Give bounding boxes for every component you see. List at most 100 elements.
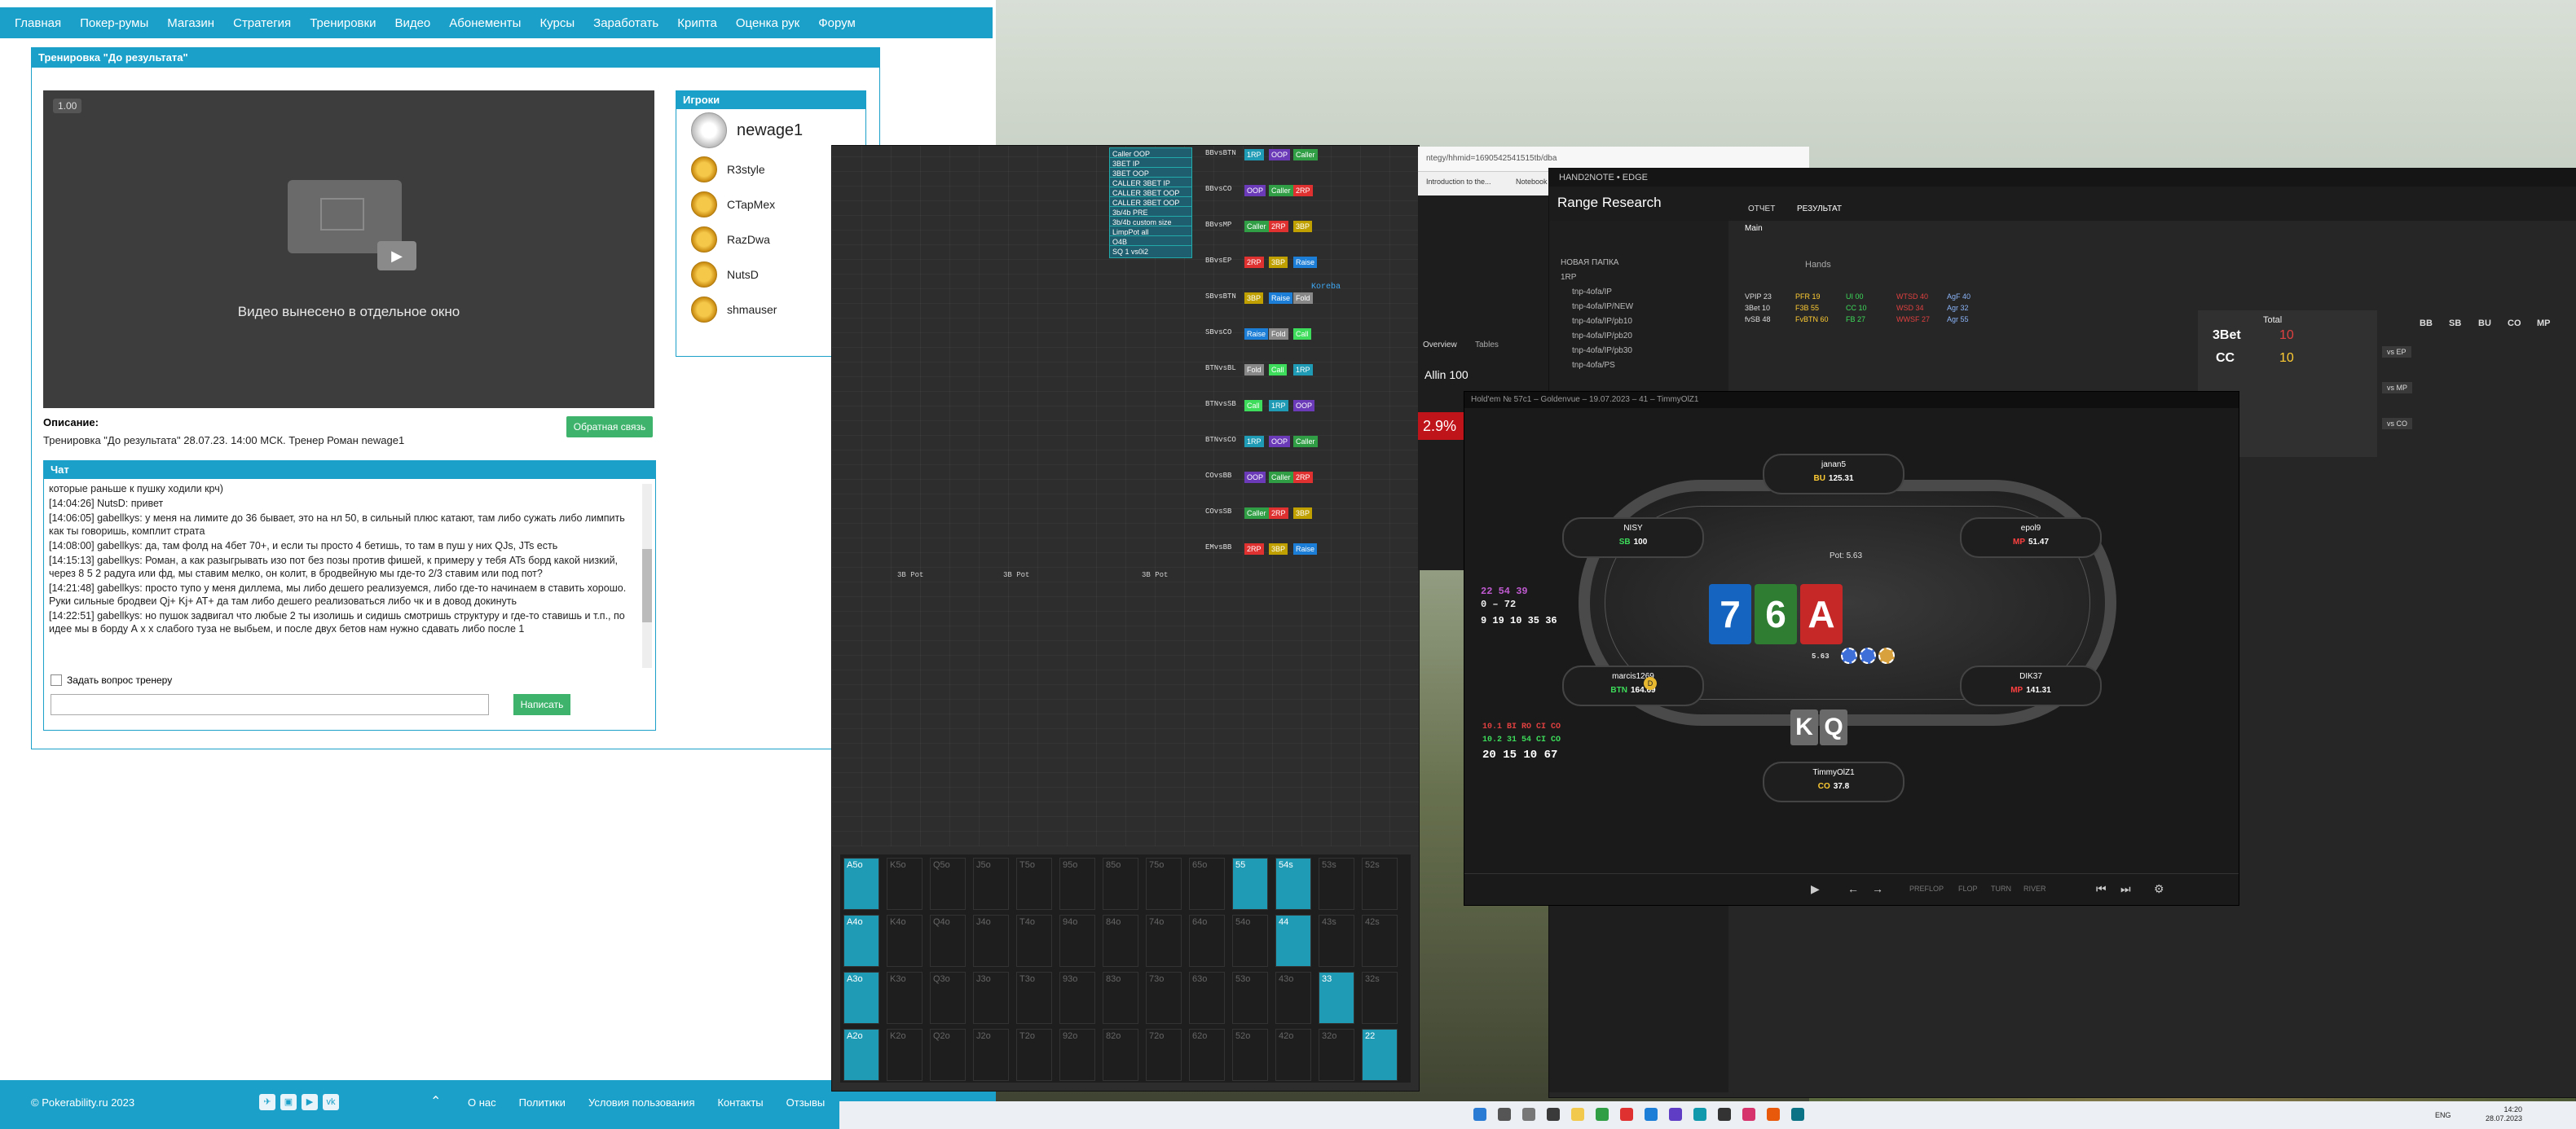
terminal-icon[interactable] <box>1718 1108 1731 1121</box>
app-icon[interactable] <box>1596 1108 1609 1121</box>
nav-item[interactable]: Стратегия <box>233 16 291 30</box>
street-flop[interactable]: FLOP <box>1958 885 1978 893</box>
folder-item[interactable]: tnp-4ofa/IP/NEW <box>1572 302 1633 311</box>
app-icon[interactable] <box>1693 1108 1706 1121</box>
player-seat[interactable]: epol9 MP 51.47 <box>1960 517 2102 558</box>
matrix-cell[interactable]: T3o <box>1016 972 1052 1024</box>
folder-item[interactable]: tnp-4ofa/IP/pb20 <box>1572 332 1632 340</box>
folder-item[interactable]: tnp-4ofa/IP/pb10 <box>1572 317 1632 326</box>
matrix-cell[interactable]: 53s <box>1319 858 1354 910</box>
nav-item[interactable]: Видео <box>394 16 430 30</box>
range-tag[interactable]: 1RP <box>1293 364 1313 376</box>
player-seat[interactable]: janan5 BU 125.31 <box>1763 454 1904 494</box>
matrix-cell[interactable]: J5o <box>973 858 1009 910</box>
matrix-cell[interactable]: 95o <box>1059 858 1095 910</box>
range-tag[interactable]: 1RP <box>1269 400 1288 411</box>
folder-item[interactable]: tnp-4ofa/PS <box>1572 361 1615 370</box>
folder-item[interactable]: 1RP <box>1561 273 1576 282</box>
nav-item[interactable]: Тренировки <box>310 16 376 30</box>
app-icon[interactable] <box>1742 1108 1755 1121</box>
telegram-icon[interactable]: ✈ <box>259 1094 275 1110</box>
range-tag[interactable]: Caller <box>1293 436 1318 447</box>
widgets-icon[interactable] <box>1547 1108 1560 1121</box>
player-seat[interactable]: DIK37 MP 141.31 <box>1960 666 2102 706</box>
matrix-cell[interactable]: 94o <box>1059 915 1095 967</box>
matrix-cell[interactable]: J3o <box>973 972 1009 1024</box>
range-tag[interactable]: Raise <box>1293 257 1318 268</box>
feedback-button[interactable]: Обратная связь <box>566 416 653 437</box>
app-icon[interactable] <box>1669 1108 1682 1121</box>
browser-tab-1[interactable]: Introduction to the... <box>1426 178 1491 186</box>
search-icon[interactable] <box>1498 1108 1511 1121</box>
range-preset-button[interactable]: SQ 1 vs0i2 <box>1109 245 1192 258</box>
browser-icon[interactable] <box>1620 1108 1633 1121</box>
checkbox-icon[interactable] <box>51 674 62 686</box>
range-tag[interactable]: 2RP <box>1269 507 1288 519</box>
overview-tab[interactable]: Overview <box>1423 340 1457 349</box>
matrix-cell[interactable]: 62o <box>1189 1029 1225 1081</box>
ask-trainer-checkbox[interactable]: Задать вопрос тренеру <box>51 674 172 686</box>
chat-input[interactable] <box>51 694 489 715</box>
matrix-cell[interactable]: 43o <box>1275 972 1311 1024</box>
range-tag[interactable]: Raise <box>1293 543 1318 555</box>
range-tag[interactable]: Raise <box>1244 328 1269 340</box>
matrix-cell[interactable]: 65o <box>1189 858 1225 910</box>
range-tag[interactable]: Call <box>1293 328 1311 340</box>
nav-item[interactable]: Заработать <box>593 16 658 30</box>
step-forward-icon[interactable]: → <box>1872 882 1883 895</box>
matrix-cell[interactable]: K4o <box>887 915 923 967</box>
app-icon[interactable] <box>1791 1108 1804 1121</box>
matrix-cell[interactable]: 44 <box>1275 915 1311 967</box>
matrix-cell[interactable]: J4o <box>973 915 1009 967</box>
range-tag[interactable]: OOP <box>1293 400 1315 411</box>
chat-log[interactable]: которые раньше к пушку ходили крч) [14:04… <box>49 482 636 668</box>
footer-link[interactable]: Отзывы <box>786 1096 826 1109</box>
range-tag[interactable]: 2RP <box>1293 472 1313 483</box>
tab-report[interactable]: ОТЧЕТ <box>1748 204 1775 213</box>
nav-item[interactable]: Крипта <box>677 16 717 30</box>
footer-link[interactable]: Контакты <box>717 1096 763 1109</box>
start-icon[interactable] <box>1473 1108 1486 1121</box>
nav-item[interactable]: Курсы <box>539 16 575 30</box>
matrix-cell[interactable]: T5o <box>1016 858 1052 910</box>
send-button[interactable]: Написать <box>513 694 570 715</box>
task-view-icon[interactable] <box>1522 1108 1535 1121</box>
youtube-icon[interactable]: ▶ <box>302 1094 318 1110</box>
range-tag[interactable]: OOP <box>1244 185 1266 196</box>
nav-item[interactable]: Форум <box>818 16 856 30</box>
folder-item[interactable]: tnp-4ofa/IP <box>1572 288 1612 297</box>
nav-item[interactable]: Магазин <box>167 16 214 30</box>
range-tag[interactable]: Fold <box>1244 364 1264 376</box>
matrix-cell[interactable]: 42s <box>1362 915 1398 967</box>
app-icon[interactable] <box>1767 1108 1780 1121</box>
player-seat[interactable]: marcis1269 BTN 164.69 <box>1562 666 1704 706</box>
range-tag[interactable]: 3BP <box>1269 543 1288 555</box>
matrix-cell[interactable]: 52s <box>1362 858 1398 910</box>
matrix-cell[interactable]: Q2o <box>930 1029 966 1081</box>
street-preflop[interactable]: PREFLOP <box>1909 885 1944 893</box>
matrix-cell[interactable]: 32s <box>1362 972 1398 1024</box>
range-tag[interactable]: Caller <box>1269 472 1293 483</box>
matrix-cell[interactable]: A4o <box>843 915 879 967</box>
matrix-cell[interactable]: A3o <box>843 972 879 1024</box>
nav-item[interactable]: Абонементы <box>449 16 521 30</box>
matrix-cell[interactable]: 84o <box>1103 915 1138 967</box>
matrix-cell[interactable]: 32o <box>1319 1029 1354 1081</box>
range-tag[interactable]: 2RP <box>1244 257 1264 268</box>
matrix-cell[interactable]: 75o <box>1146 858 1182 910</box>
matrix-cell[interactable]: A5o <box>843 858 879 910</box>
matrix-cell[interactable]: T2o <box>1016 1029 1052 1081</box>
range-tag[interactable]: 3BP <box>1244 292 1264 304</box>
range-tag[interactable]: Fold <box>1269 328 1288 340</box>
nav-item[interactable]: Главная <box>15 16 61 30</box>
last-hand-icon[interactable]: ⏭ <box>2120 882 2131 896</box>
edge-icon[interactable] <box>1645 1108 1658 1121</box>
range-tag[interactable]: 2RP <box>1269 221 1288 232</box>
keyboard-language[interactable]: ENG <box>2435 1111 2451 1119</box>
range-tag[interactable]: 3BP <box>1293 507 1313 519</box>
street-turn[interactable]: TURN <box>1991 885 2011 893</box>
range-tag[interactable]: Caller <box>1269 185 1293 196</box>
chat-scrollbar[interactable] <box>642 484 652 668</box>
player-seat[interactable]: NISY SB 100 <box>1562 517 1704 558</box>
vk-icon[interactable]: vk <box>323 1094 339 1110</box>
